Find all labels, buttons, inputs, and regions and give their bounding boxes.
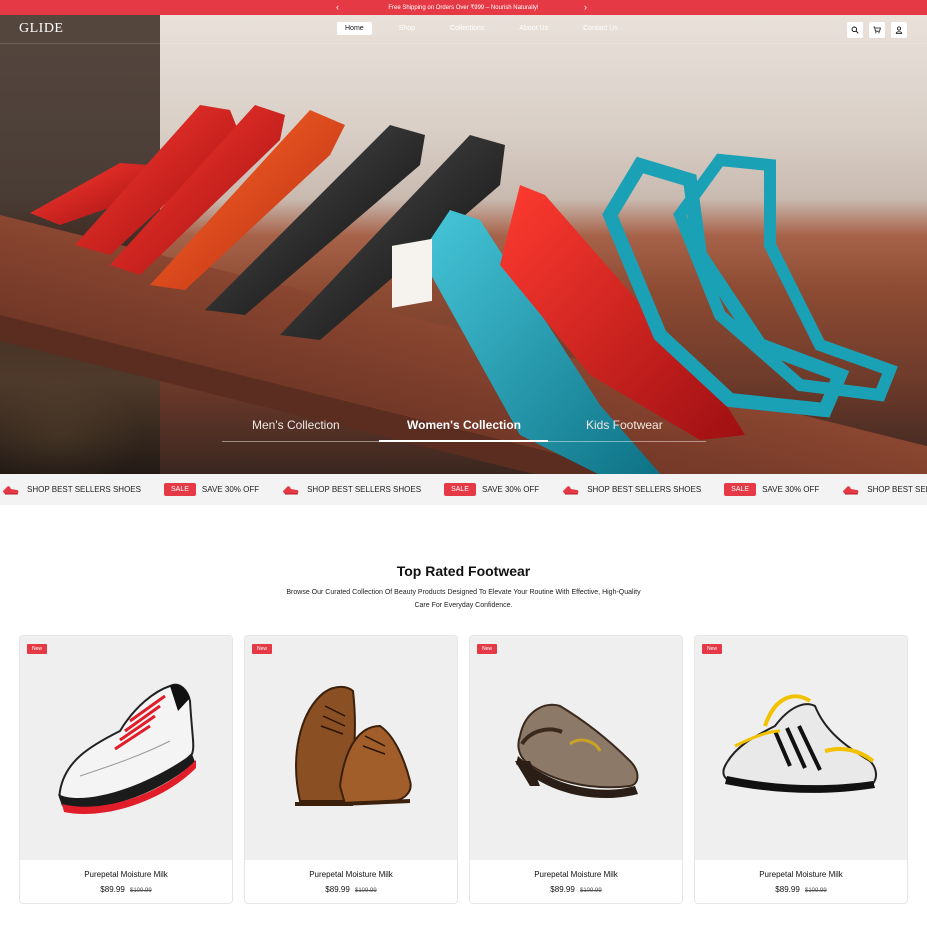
product-old-price: $109.99 [355,888,377,894]
nav-home[interactable]: Home [337,22,372,35]
marquee-text: SHOP BEST SELLERS SHOES [867,485,927,494]
tab-active-indicator [379,440,548,442]
promo-marquee: SHOP BEST SELLERS SHOES SALE SAVE 30% OFF S… [0,474,927,505]
tab-mens-collection[interactable]: Men's Collection [252,418,340,432]
product-card[interactable]: New Purepetal Moisture Milk $89.99 $109.… [244,635,458,904]
sale-badge: SALE [724,483,757,496]
header-icons [847,22,907,38]
tab-womens-collection[interactable]: Women's Collection [407,418,521,432]
product-price: $89.99 [550,885,575,894]
nav-menu: Home Shop Collections About Us Contact U… [337,22,645,35]
cart-icon[interactable] [869,22,885,38]
hero-shoes-image [30,105,898,474]
shoe-icon [2,485,20,495]
hero-collection-tabs: Men's Collection Women's Collection Kids… [222,418,706,443]
sale-promo-item: SALE SAVE 30% OFF [724,483,819,496]
shoe-icon [842,485,860,495]
product-price: $89.99 [325,885,350,894]
product-prices: $89.99 $109.99 [695,885,907,894]
sale-badge: SALE [163,483,196,496]
main-nav: GLIDE Home Shop Collections About Us Con… [0,15,927,44]
loafer-icon [515,703,639,799]
hero-banner [0,15,927,474]
sneaker-icon [58,683,196,815]
nav-shop[interactable]: Shop [391,22,423,35]
product-image[interactable] [470,636,682,860]
marquee-text: SAVE 30% OFF [762,485,820,494]
product-price: $89.99 [775,885,800,894]
logo[interactable]: GLIDE [19,21,64,37]
marquee-text: SAVE 30% OFF [481,485,540,494]
new-badge: New [477,644,498,654]
product-card[interactable]: New Purepetal Moisture Milk $89.99 $109.… [694,635,908,904]
new-badge: New [27,644,48,654]
bestseller-promo-item: SHOP BEST SELLERS SHOES [282,485,421,495]
marquee-track: SHOP BEST SELLERS SHOES SALE SAVE 30% OFF S… [0,474,927,505]
product-card[interactable]: New Purepetal Moisture Milk $89.99 $109.… [469,635,683,904]
nav-contact-us[interactable]: Contact Us [575,22,626,35]
sale-badge: SALE [444,483,476,496]
shoe-icon [562,485,580,495]
product-prices: $89.99 $109.99 [245,885,457,894]
bestseller-promo-item: SHOP BEST SELLERS SHOES [562,485,701,495]
product-name[interactable]: Purepetal Moisture Milk [695,870,907,879]
product-name[interactable]: Purepetal Moisture Milk [470,870,682,879]
product-price: $89.99 [100,885,125,894]
product-card[interactable]: New Purepetal Moisture Milk $89.99 $109.… [19,635,233,904]
new-badge: New [252,644,273,654]
marquee-text: SHOP BEST SELLERS SHOES [587,485,702,494]
bestseller-promo-item: SHOP BEST SELLERS SHOES [2,485,141,495]
sale-promo-item: SALE SAVE 30% OFF [444,483,539,496]
product-old-price: $109.99 [805,888,827,894]
section-title: Top Rated Footwear [396,563,531,579]
oxford-shoe-icon [295,685,412,806]
nav-about-us[interactable]: About Us [511,22,556,35]
user-icon[interactable] [891,22,907,38]
shoe-icon [282,485,300,495]
product-name[interactable]: Purepetal Moisture Milk [20,870,232,879]
marquee-text: SAVE 30% OFF [201,485,260,494]
product-old-price: $109.99 [580,888,602,894]
product-image[interactable] [245,636,457,860]
marquee-text: SHOP BEST SELLERS SHOES [307,485,422,494]
search-icon[interactable] [847,22,863,38]
product-name[interactable]: Purepetal Moisture Milk [245,870,457,879]
chevron-left-icon[interactable]: ‹ [336,1,339,14]
nav-collections[interactable]: Collections [442,22,492,35]
tab-kids-footwear[interactable]: Kids Footwear [586,418,663,432]
announcement-bar: ‹ Free Shipping on Orders Over ₹999 – No… [0,0,927,15]
sneaker-icon [722,694,877,793]
product-image[interactable] [695,636,907,860]
sale-promo-item: SALE SAVE 30% OFF [163,483,260,496]
product-prices: $89.99 $109.99 [20,885,232,894]
product-old-price: $109.99 [130,888,152,894]
announcement-text: Free Shipping on Orders Over ₹999 – Nour… [388,5,539,11]
bestseller-promo-item: SHOP BEST SELLERS SHOES [842,485,927,495]
new-badge: New [702,644,723,654]
product-prices: $89.99 $109.99 [470,885,682,894]
chevron-right-icon[interactable]: › [584,1,587,14]
product-image[interactable] [20,636,232,860]
marquee-text: SHOP BEST SELLERS SHOES [27,485,141,494]
section-description: Browse Our Curated Collection Of Beauty … [286,589,641,609]
